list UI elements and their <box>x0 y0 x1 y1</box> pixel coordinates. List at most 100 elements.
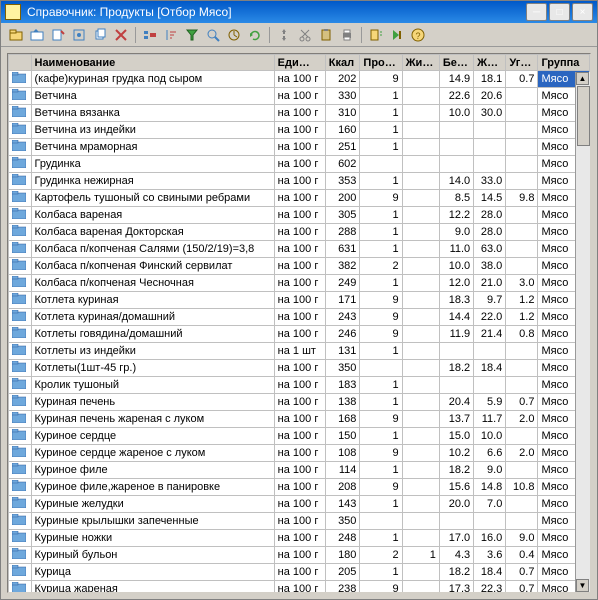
table-row[interactable]: Грудинка нежирнаяна 100 г353114.033.0Мяс… <box>9 173 590 190</box>
table-cell: Ветчина вязанка <box>31 105 274 122</box>
table-cell <box>402 462 439 479</box>
table-cell: 200 <box>325 190 360 207</box>
table-cell: на 100 г <box>274 581 325 593</box>
titlebar: Справочник: Продукты [Отбор Мясо] ─ □ × <box>1 1 597 23</box>
move-icon[interactable] <box>275 26 293 44</box>
help-icon[interactable]: ? <box>409 26 427 44</box>
table-row[interactable]: Куриное сердцена 100 г150115.010.0Мясо <box>9 428 590 445</box>
folder-icon[interactable] <box>7 26 25 44</box>
table-row[interactable]: Котлеты из индейкина 1 шт1311Мясо <box>9 343 590 360</box>
table-row[interactable]: Куриное филе,жареное в панировкена 100 г… <box>9 479 590 496</box>
paste-icon[interactable] <box>317 26 335 44</box>
column-header[interactable]: Наименование <box>31 55 274 71</box>
edit-icon[interactable] <box>49 26 67 44</box>
view-icon[interactable] <box>70 26 88 44</box>
table-row[interactable]: Колбаса п/копченая Салями (150/2/19)=3,8… <box>9 241 590 258</box>
column-header[interactable]: Ккал <box>325 55 360 71</box>
table-cell: Куриная печень <box>31 394 274 411</box>
table-cell: 353 <box>325 173 360 190</box>
folder-row-icon <box>12 548 26 559</box>
table-row[interactable]: Колбаса п/копченая Чесночнаяна 100 г2491… <box>9 275 590 292</box>
column-header[interactable]: Про… <box>360 55 402 71</box>
table-row[interactable]: Куриное сердце жареное с лукомна 100 г10… <box>9 445 590 462</box>
table-row[interactable]: Куриный бульонна 100 г180214.33.60.4Мясо <box>9 547 590 564</box>
table-cell <box>506 360 538 377</box>
table-cell <box>9 275 32 292</box>
minimize-button[interactable]: ─ <box>526 3 547 21</box>
table-cell <box>9 71 32 88</box>
find-icon[interactable] <box>204 26 222 44</box>
table-row[interactable]: Куриные крылышки запеченныена 100 г350Мя… <box>9 513 590 530</box>
table-row[interactable]: Кролик тушоныйна 100 г1831Мясо <box>9 377 590 394</box>
table-row[interactable]: Куриная печень жареная с лукомна 100 г16… <box>9 411 590 428</box>
table-row[interactable]: Котлеты(1шт-45 гр.)на 100 г35018.218.4Мя… <box>9 360 590 377</box>
column-header[interactable] <box>9 55 32 71</box>
print-icon[interactable] <box>338 26 356 44</box>
table-row[interactable]: Котлета куринаяна 100 г171918.39.71.2Мяс… <box>9 292 590 309</box>
action-icon[interactable] <box>388 26 406 44</box>
scroll-down-button[interactable]: ▼ <box>576 579 589 592</box>
table-row[interactable]: Куриные желудкина 100 г143120.07.0Мясо <box>9 496 590 513</box>
table-cell: 114 <box>325 462 360 479</box>
column-header[interactable]: Уг… <box>506 55 538 71</box>
table-cell <box>474 139 506 156</box>
table-cell <box>9 360 32 377</box>
folder-row-icon <box>12 123 26 134</box>
scroll-up-button[interactable]: ▲ <box>576 72 589 85</box>
table-cell: 14.9 <box>439 71 473 88</box>
cut-icon[interactable] <box>296 26 314 44</box>
table-row[interactable]: Ветчина из индейкина 100 г1601Мясо <box>9 122 590 139</box>
maximize-button[interactable]: □ <box>549 3 570 21</box>
mark-delete-icon[interactable] <box>112 26 130 44</box>
history-icon[interactable] <box>225 26 243 44</box>
table-row[interactable]: Ветчинана 100 г330122.620.6Мясо <box>9 88 590 105</box>
table-row[interactable]: Картофель тушоный со свиными ребрамина 1… <box>9 190 590 207</box>
table-row[interactable]: Грудинкана 100 г602Мясо <box>9 156 590 173</box>
table-row[interactable]: Котлеты говядина/домашнийна 100 г246911.… <box>9 326 590 343</box>
table-row[interactable]: Курицана 100 г205118.218.40.7Мясо <box>9 564 590 581</box>
filter-icon[interactable] <box>183 26 201 44</box>
table-row[interactable]: Курица жаренаяна 100 г238917.322.30.7Мяс… <box>9 581 590 593</box>
copy-icon[interactable] <box>91 26 109 44</box>
table-cell: 9 <box>360 581 402 593</box>
sort-icon[interactable] <box>162 26 180 44</box>
vertical-scrollbar[interactable]: ▲ ▼ <box>575 72 590 592</box>
table-cell: 17.3 <box>439 581 473 593</box>
table-cell: 9 <box>360 445 402 462</box>
hierarchy-icon[interactable] <box>141 26 159 44</box>
column-header[interactable]: Ж… <box>474 55 506 71</box>
table-cell: 9 <box>360 190 402 207</box>
table-cell: 33.0 <box>474 173 506 190</box>
table-cell <box>9 88 32 105</box>
table-row[interactable]: Котлета куриная/домашнийна 100 г243914.4… <box>9 309 590 326</box>
table-row[interactable]: (кафе)куриная грудка под сыромна 100 г20… <box>9 71 590 88</box>
folder-row-icon <box>12 463 26 474</box>
table-cell: 14.8 <box>474 479 506 496</box>
table-row[interactable]: Куриные ножкина 100 г248117.016.09.0Мясо <box>9 530 590 547</box>
open-icon[interactable] <box>28 26 46 44</box>
table-cell: Курица <box>31 564 274 581</box>
column-header[interactable]: Бе… <box>439 55 473 71</box>
column-header[interactable]: Группа <box>538 55 590 71</box>
table-cell: 160 <box>325 122 360 139</box>
close-button[interactable]: × <box>572 3 593 21</box>
table-cell: 1.2 <box>506 292 538 309</box>
table-cell: 1 <box>360 564 402 581</box>
table-row[interactable]: Куриное филена 100 г114118.29.0Мясо <box>9 462 590 479</box>
table-row[interactable]: Колбаса вареная Докторскаяна 100 г28819.… <box>9 224 590 241</box>
scroll-thumb[interactable] <box>577 86 590 146</box>
settings-icon[interactable] <box>367 26 385 44</box>
refresh-icon[interactable] <box>246 26 264 44</box>
table-row[interactable]: Куриная печеньна 100 г138120.45.90.7Мясо <box>9 394 590 411</box>
table-cell: 238 <box>325 581 360 593</box>
table-row[interactable]: Колбаса п/копченая Финский сервилатна 10… <box>9 258 590 275</box>
data-grid[interactable]: НаименованиеЕди…КкалПро…Жи…Бе…Ж…Уг…Групп… <box>8 54 590 592</box>
table-row[interactable]: Колбаса варенаяна 100 г305112.228.0Мясо <box>9 207 590 224</box>
table-row[interactable]: Ветчина вязанкана 100 г310110.030.0Мясо <box>9 105 590 122</box>
table-cell <box>474 156 506 173</box>
table-cell: на 100 г <box>274 173 325 190</box>
column-header[interactable]: Еди… <box>274 55 325 71</box>
column-header[interactable]: Жи… <box>402 55 439 71</box>
table-row[interactable]: Ветчина мраморнаяна 100 г2511Мясо <box>9 139 590 156</box>
svg-text:?: ? <box>415 31 420 41</box>
